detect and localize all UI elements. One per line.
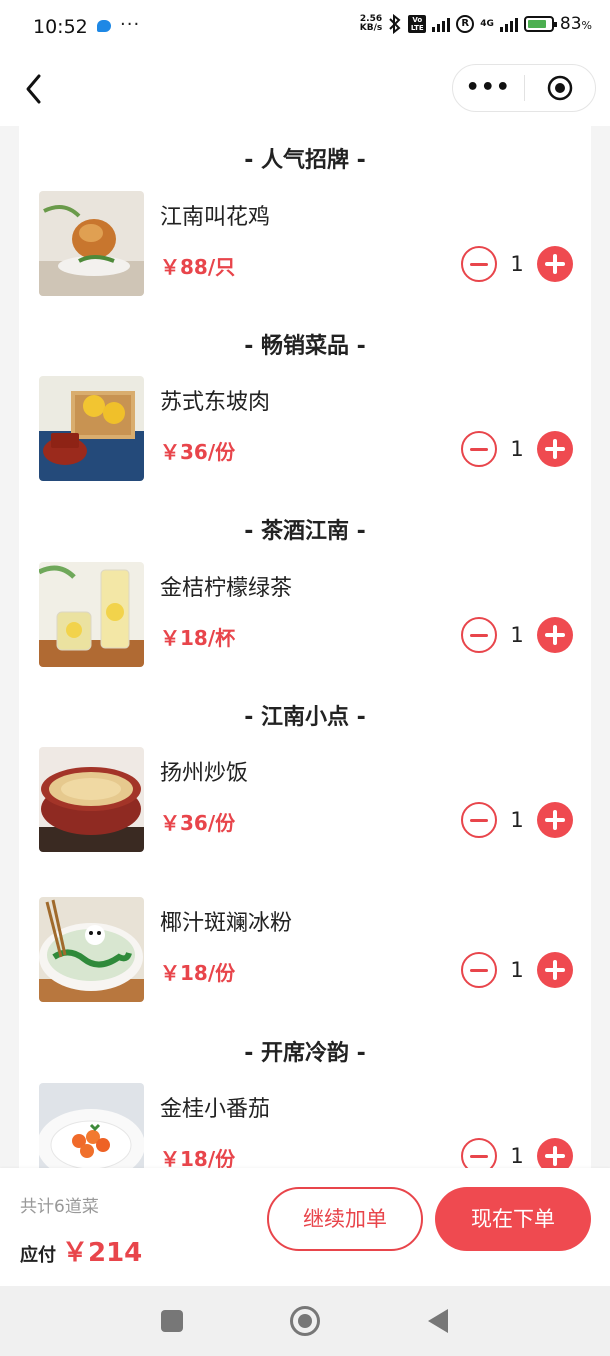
signal-strength-icon [432, 16, 451, 32]
increase-quantity-button[interactable] [537, 952, 573, 988]
amount-due-value: ￥214 [62, 1238, 143, 1268]
dish-image [39, 562, 144, 667]
dish-price: ￥36/份 [160, 440, 236, 464]
dish-item: 苏式东坡肉 ￥36/份 1 [19, 376, 591, 482]
dish-name: 椰汁斑斓冰粉 [160, 911, 293, 936]
message-notification-icon [97, 20, 111, 32]
quantity-value: 1 [510, 1144, 524, 1168]
system-back-button[interactable] [428, 1309, 448, 1333]
decrease-quantity-button[interactable] [461, 246, 497, 282]
section-title: - 畅销菜品 - [244, 334, 366, 359]
dish-item: 扬州炒饭 ￥36/份 1 [19, 747, 591, 853]
continue-ordering-button[interactable]: 继续加单 [267, 1187, 423, 1251]
quantity-stepper: 1 [461, 1138, 573, 1168]
registered-icon: R [456, 15, 475, 33]
amount-due-label: 应付 [20, 1245, 56, 1266]
dish-price: ￥18/份 [160, 1147, 236, 1168]
dish-name: 苏式东坡肉 [160, 390, 271, 415]
quantity-stepper: 1 [461, 617, 573, 653]
dish-image [39, 1083, 144, 1168]
place-order-button[interactable]: 现在下单 [435, 1187, 591, 1251]
back-arrow-icon[interactable] [22, 72, 46, 106]
increase-quantity-button[interactable] [537, 431, 573, 467]
order-summary-bar: 共计6道菜 应付 ￥214 继续加单 现在下单 [0, 1168, 610, 1286]
quantity-value: 1 [510, 623, 524, 647]
battery-fill [527, 20, 547, 28]
increase-quantity-button[interactable] [537, 1138, 573, 1168]
section-title: - 江南小点 - [244, 705, 366, 730]
bluetooth-icon [389, 14, 401, 34]
section-title: - 开席冷韵 - [244, 1041, 366, 1066]
dish-name: 金桔柠檬绿茶 [160, 576, 293, 601]
system-navigation-bar [0, 1286, 610, 1356]
status-icons: 2.56 KB/s Vo LTE R 4G 83% [360, 14, 592, 34]
more-menu-button[interactable]: ••• [453, 77, 524, 99]
section-title: - 人气招牌 - [244, 148, 366, 173]
quantity-stepper: 1 [461, 246, 573, 282]
decrease-quantity-button[interactable] [461, 431, 497, 467]
dish-item: 椰汁斑斓冰粉 ￥18/份 1 [19, 897, 591, 1003]
battery-percent: 83% [559, 14, 592, 34]
dish-name: 扬州炒饭 [160, 761, 249, 786]
dish-image [39, 747, 144, 852]
network-type-label: 4G [480, 19, 494, 29]
total-dish-count: 共计6道菜 [20, 1197, 99, 1217]
decrease-quantity-button[interactable] [461, 617, 497, 653]
quantity-stepper: 1 [461, 952, 573, 988]
quantity-value: 1 [510, 252, 524, 276]
target-icon [547, 75, 572, 101]
status-bar: 10:52 ··· 2.56 KB/s Vo LTE R 4G 83% [0, 0, 610, 56]
quantity-stepper: 1 [461, 802, 573, 838]
status-time: 10:52 [33, 16, 88, 38]
nav-bar: ••• [0, 56, 610, 126]
decrease-quantity-button[interactable] [461, 952, 497, 988]
dish-price: ￥36/份 [160, 811, 236, 835]
increase-quantity-button[interactable] [537, 617, 573, 653]
dish-price: ￥18/杯 [160, 626, 236, 650]
signal-strength-icon-2 [499, 16, 518, 32]
battery-icon [523, 16, 557, 32]
quantity-stepper: 1 [461, 431, 573, 467]
volte-icon: Vo LTE [408, 15, 427, 33]
dish-list[interactable]: - 人气招牌 - 江南叫花鸡 ￥88/只 1 - 畅销菜品 - 苏式东坡肉 ￥3… [19, 126, 591, 1168]
quantity-value: 1 [510, 437, 524, 461]
dish-price: ￥18/份 [160, 961, 236, 985]
recent-apps-button[interactable] [161, 1310, 183, 1332]
dish-price: ￥88/只 [160, 255, 236, 279]
dish-item: 金桂小番茄 ￥18/份 1 [19, 1083, 591, 1168]
dish-image [39, 191, 144, 296]
quantity-value: 1 [510, 808, 524, 832]
miniprogram-capsule: ••• [452, 64, 596, 112]
dish-name: 江南叫花鸡 [160, 205, 271, 230]
dish-image [39, 897, 144, 1002]
dish-name: 金桂小番茄 [160, 1097, 271, 1122]
increase-quantity-button[interactable] [537, 246, 573, 282]
dish-image [39, 376, 144, 481]
decrease-quantity-button[interactable] [461, 802, 497, 838]
section-title: - 茶酒江南 - [244, 519, 366, 544]
dish-item: 江南叫花鸡 ￥88/只 1 [19, 191, 591, 297]
increase-quantity-button[interactable] [537, 802, 573, 838]
home-button[interactable] [290, 1306, 320, 1336]
content-area: - 人气招牌 - 江南叫花鸡 ￥88/只 1 - 畅销菜品 - 苏式东坡肉 ￥3… [0, 126, 610, 1168]
decrease-quantity-button[interactable] [461, 1138, 497, 1168]
close-miniprogram-button[interactable] [525, 75, 596, 101]
quantity-value: 1 [510, 958, 524, 982]
network-speed: 2.56 KB/s [359, 14, 383, 33]
more-notifications-icon: ··· [120, 14, 141, 35]
dish-item: 金桔柠檬绿茶 ￥18/杯 1 [19, 562, 591, 668]
